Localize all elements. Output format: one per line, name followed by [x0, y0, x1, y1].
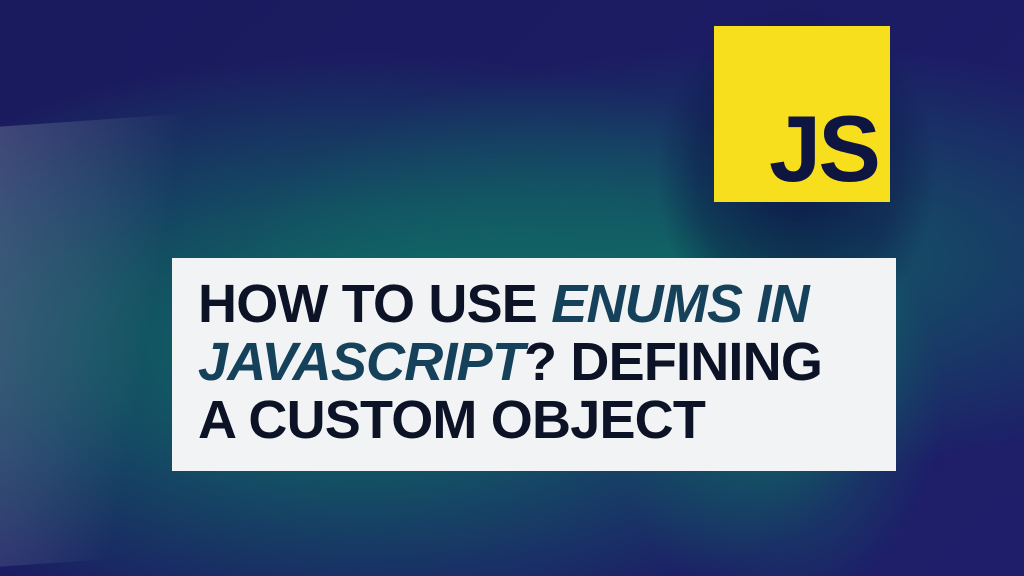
title-part1: HOW TO USE — [198, 274, 551, 334]
javascript-logo-text: JS — [769, 102, 878, 196]
javascript-logo: JS — [714, 26, 890, 202]
title-text: HOW TO USE ENUMS IN JAVASCRIPT? DEFINING… — [198, 276, 870, 449]
title-card: HOW TO USE ENUMS IN JAVASCRIPT? DEFINING… — [172, 258, 896, 471]
monitor-silhouette — [0, 113, 190, 566]
